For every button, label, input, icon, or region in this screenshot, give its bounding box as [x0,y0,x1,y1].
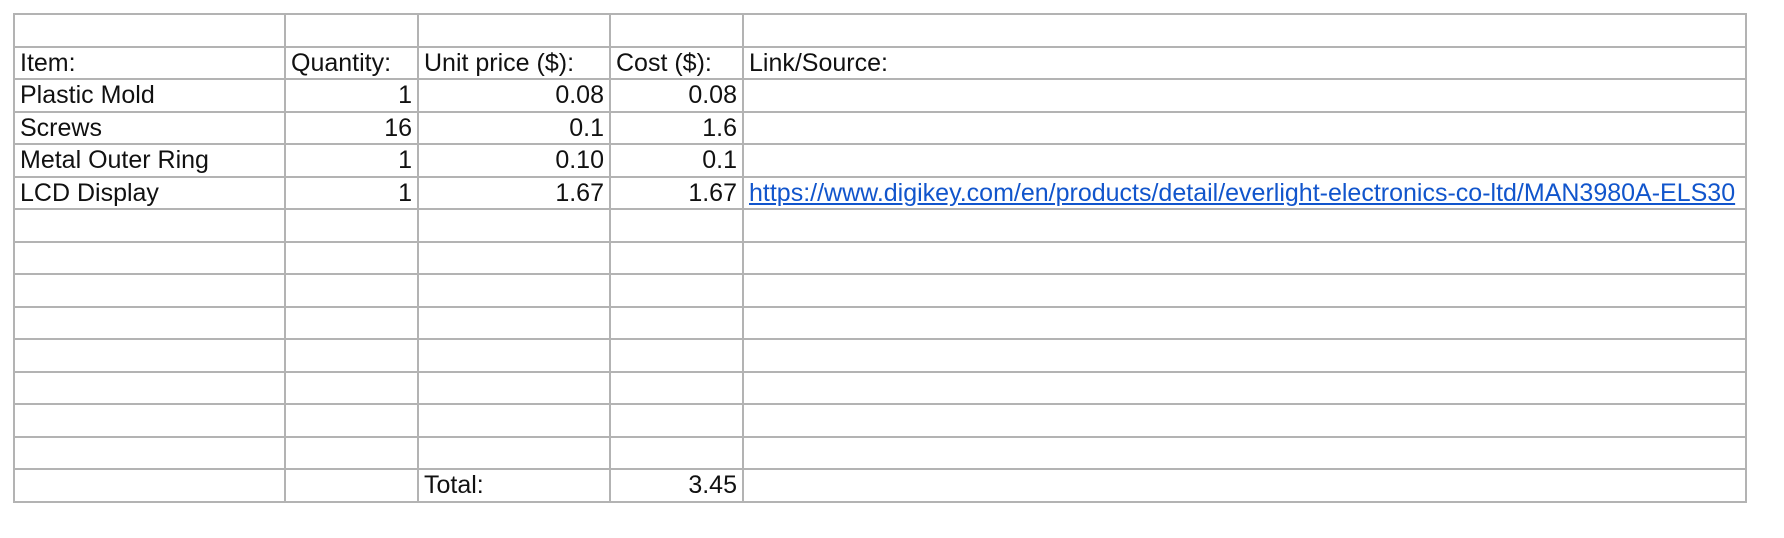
unit-price-cell[interactable]: 0.08 [417,78,611,113]
quantity-cell[interactable]: 16 [284,110,419,145]
cell[interactable] [417,240,611,275]
link-cell[interactable] [742,110,1747,145]
header-link[interactable]: Link/Source: [742,45,1747,80]
cell[interactable] [609,273,744,308]
cell[interactable] [742,208,1747,243]
cell[interactable] [417,208,611,243]
quantity-cell[interactable]: 1 [284,143,419,178]
cell[interactable] [284,13,419,48]
cell[interactable] [609,13,744,48]
cost-cell[interactable]: 0.08 [609,78,744,113]
cell[interactable] [742,338,1747,373]
cost-cell[interactable]: 1.6 [609,110,744,145]
cell[interactable] [609,240,744,275]
cell[interactable] [742,240,1747,275]
link-cell[interactable] [742,143,1747,178]
empty-row [13,370,1747,405]
cell[interactable] [284,305,419,340]
empty-row [13,338,1747,373]
digikey-link[interactable]: https://www.digikey.com/en/products/deta… [749,179,1735,207]
table-row: LCD Display 1 1.67 1.67 https://www.digi… [13,175,1747,210]
cell[interactable] [417,435,611,470]
header-row: Item: Quantity: Unit price ($): Cost ($)… [13,45,1747,80]
item-cell[interactable]: Metal Outer Ring [13,143,286,178]
cell[interactable] [742,305,1747,340]
cell[interactable] [609,208,744,243]
cell[interactable] [13,370,286,405]
cell[interactable] [284,208,419,243]
empty-row [13,240,1747,275]
cell[interactable] [742,403,1747,438]
cell[interactable] [609,338,744,373]
cell[interactable] [284,403,419,438]
cell[interactable] [13,208,286,243]
cell[interactable] [13,13,286,48]
cell[interactable] [417,370,611,405]
empty-row [13,208,1747,243]
cell[interactable] [417,403,611,438]
link-cell[interactable] [742,78,1747,113]
cell[interactable] [609,403,744,438]
unit-price-cell[interactable]: 1.67 [417,175,611,210]
cell[interactable] [284,240,419,275]
cell[interactable] [284,338,419,373]
empty-row [13,435,1747,470]
table-row: Metal Outer Ring 1 0.10 0.1 [13,143,1747,178]
sheet-body: Item: Quantity: Unit price ($): Cost ($)… [13,13,1747,503]
cost-cell[interactable]: 1.67 [609,175,744,210]
cell[interactable] [284,435,419,470]
unit-price-cell[interactable]: 0.1 [417,110,611,145]
item-cell[interactable]: Plastic Mold [13,78,286,113]
total-row: Total: 3.45 [13,468,1747,503]
quantity-cell[interactable]: 1 [284,78,419,113]
table-row [13,13,1747,48]
item-cell[interactable]: LCD Display [13,175,286,210]
cell[interactable] [284,370,419,405]
cell[interactable] [742,370,1747,405]
cell[interactable] [417,305,611,340]
cell[interactable] [609,435,744,470]
cell[interactable] [742,13,1747,48]
item-cell[interactable]: Screws [13,110,286,145]
empty-row [13,273,1747,308]
cell[interactable] [13,435,286,470]
cell[interactable] [417,338,611,373]
cell[interactable] [284,273,419,308]
cost-cell[interactable]: 0.1 [609,143,744,178]
cell[interactable] [13,240,286,275]
total-value[interactable]: 3.45 [609,468,744,503]
cell[interactable] [13,305,286,340]
cell[interactable] [609,305,744,340]
cell[interactable] [284,468,419,503]
table-row: Plastic Mold 1 0.08 0.08 [13,78,1747,113]
cell[interactable] [742,468,1747,503]
cell[interactable] [13,338,286,373]
link-cell[interactable]: https://www.digikey.com/en/products/deta… [742,175,1747,210]
cell[interactable] [417,273,611,308]
spreadsheet-grid: Item: Quantity: Unit price ($): Cost ($)… [13,13,1747,503]
cell[interactable] [742,273,1747,308]
total-label[interactable]: Total: [417,468,611,503]
cell[interactable] [13,403,286,438]
table-row: Screws 16 0.1 1.6 [13,110,1747,145]
cell[interactable] [609,370,744,405]
header-cost[interactable]: Cost ($): [609,45,744,80]
unit-price-cell[interactable]: 0.10 [417,143,611,178]
cell[interactable] [742,435,1747,470]
cell[interactable] [13,273,286,308]
cell[interactable] [13,468,286,503]
header-quantity[interactable]: Quantity: [284,45,419,80]
empty-row [13,305,1747,340]
header-item[interactable]: Item: [13,45,286,80]
cell[interactable] [417,13,611,48]
empty-row [13,403,1747,438]
header-unit-price[interactable]: Unit price ($): [417,45,611,80]
quantity-cell[interactable]: 1 [284,175,419,210]
